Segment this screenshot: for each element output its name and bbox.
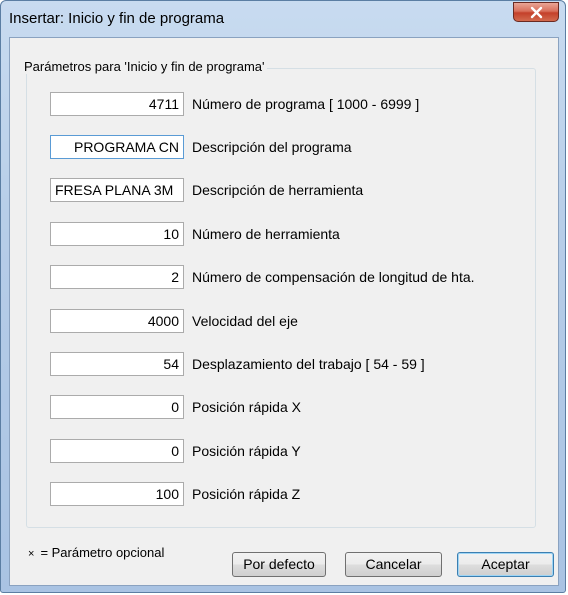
program-number-label: Número de programa [ 1000 - 6999 ] xyxy=(192,96,420,112)
rapid-x-field[interactable]: 0 xyxy=(50,395,184,419)
program-description-field[interactable]: PROGRAMA CN xyxy=(50,135,184,159)
optional-parameter-note: × = Parámetro opcional xyxy=(28,545,164,560)
work-offset-label: Desplazamiento del trabajo [ 54 - 59 ] xyxy=(192,356,425,372)
length-offset-label: Número de compensación de longitud de ht… xyxy=(192,269,475,285)
tool-description-label: Descripción de herramienta xyxy=(192,182,364,198)
rapid-y-field[interactable]: 0 xyxy=(50,439,184,463)
dialog-body: Parámetros para 'Inicio y fin de program… xyxy=(9,37,559,586)
cancel-button[interactable]: Cancelar xyxy=(345,552,442,577)
rapid-z-field[interactable]: 100 xyxy=(50,482,184,506)
spindle-speed-field[interactable]: 4000 xyxy=(50,309,184,333)
tool-number-label: Número de herramienta xyxy=(192,226,340,242)
rapid-y-label: Posición rápida Y xyxy=(192,443,301,459)
program-description-label: Descripción del programa xyxy=(192,139,352,155)
tool-number-field[interactable]: 10 xyxy=(50,222,184,246)
close-button[interactable] xyxy=(513,2,559,22)
title-bar[interactable]: Insertar: Inicio y fin de programa xyxy=(1,1,565,37)
close-icon xyxy=(530,6,543,19)
accept-button[interactable]: Aceptar xyxy=(457,552,554,577)
rapid-z-label: Posición rápida Z xyxy=(192,486,301,502)
tool-description-field[interactable]: FRESA PLANA 3M xyxy=(50,178,184,202)
optional-note-text: = Parámetro opcional xyxy=(40,545,165,560)
program-number-field[interactable]: 4711 xyxy=(50,92,184,116)
length-offset-field[interactable]: 2 xyxy=(50,265,184,289)
dialog-window: Insertar: Inicio y fin de programa Parám… xyxy=(0,0,566,593)
work-offset-field[interactable]: 54 xyxy=(50,352,184,376)
spindle-speed-label: Velocidad del eje xyxy=(192,313,298,329)
group-label: Parámetros para 'Inicio y fin de program… xyxy=(22,59,267,74)
window-title: Insertar: Inicio y fin de programa xyxy=(9,10,225,27)
defaults-button[interactable]: Por defecto xyxy=(232,552,326,577)
rapid-x-label: Posición rápida X xyxy=(192,399,301,415)
optional-marker: × xyxy=(28,548,35,560)
